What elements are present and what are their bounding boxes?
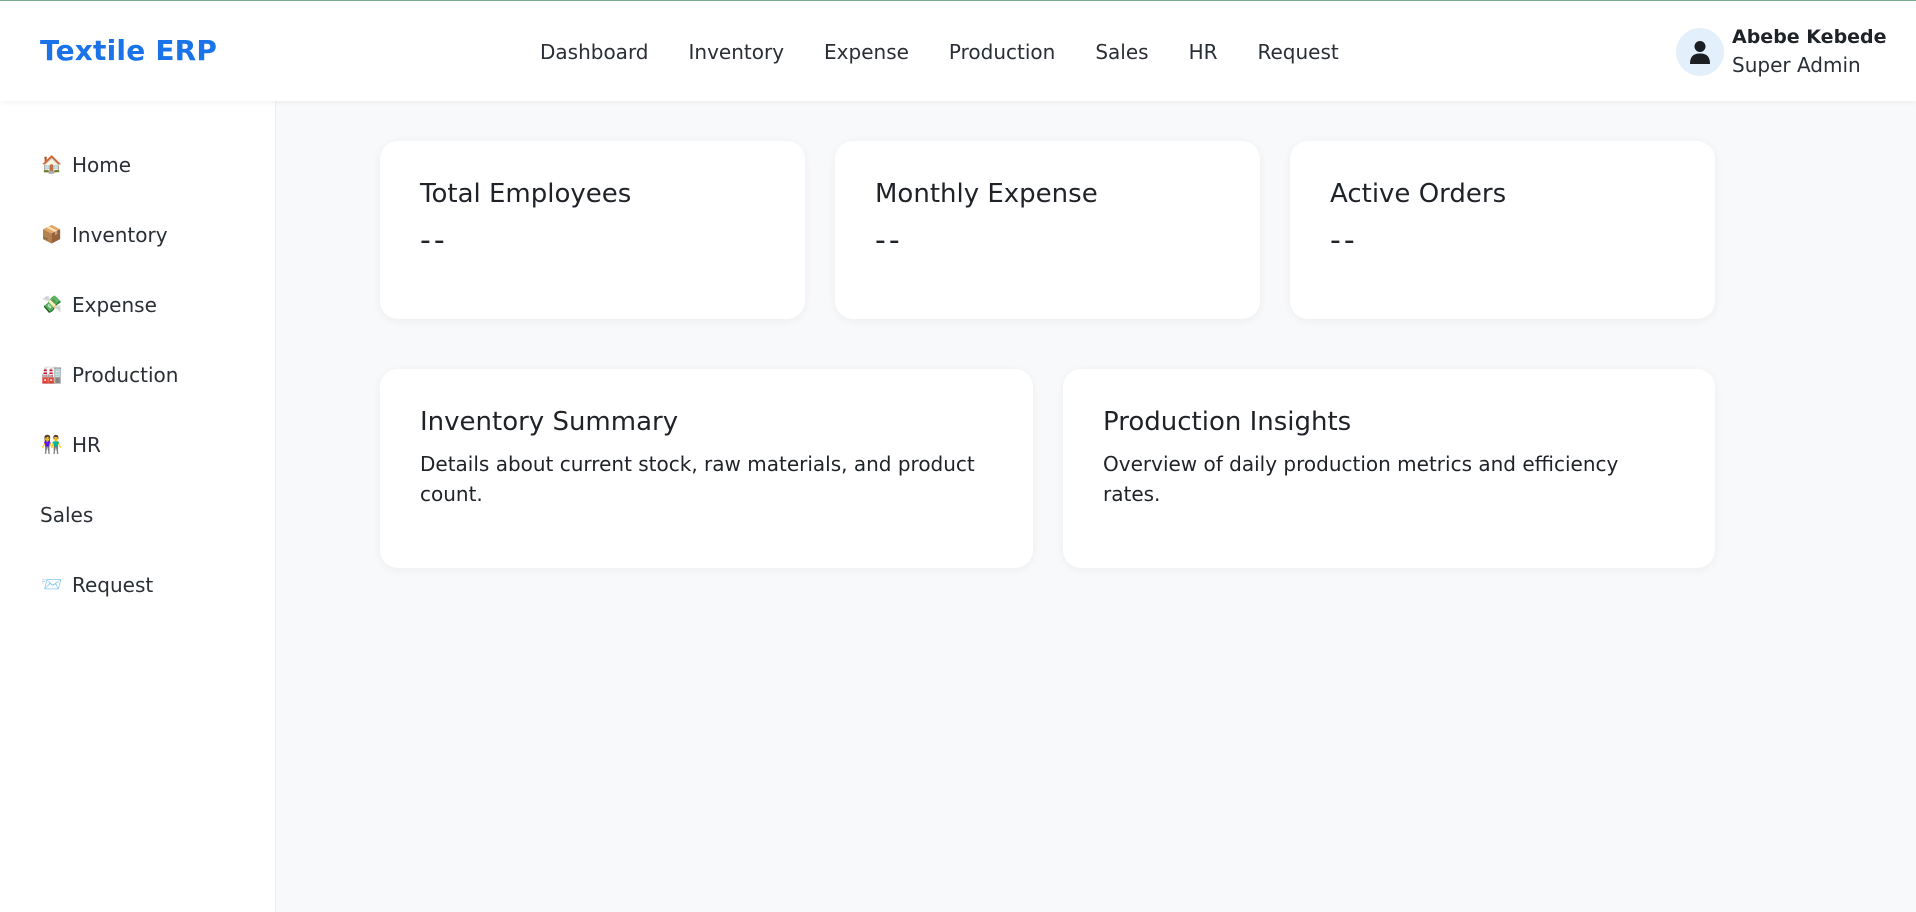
sidebar-item-label: Inventory (72, 223, 168, 247)
top-nav-production[interactable]: Production (949, 40, 1055, 64)
top-nav-sales[interactable]: Sales (1095, 40, 1148, 64)
sidebar-item-label: HR (72, 433, 101, 457)
top-nav: Dashboard Inventory Expense Production S… (540, 40, 1379, 64)
top-nav-hr[interactable]: HR (1189, 40, 1218, 64)
top-nav-inventory[interactable]: Inventory (689, 40, 785, 64)
panel-description: Details about current stock, raw materia… (420, 452, 975, 506)
house-icon: 🏠 (41, 155, 63, 175)
sidebar-item-label: Expense (72, 293, 157, 317)
sidebar-item-label: Request (72, 573, 154, 597)
money-icon: 💸 (41, 295, 63, 315)
user-info: Abebe Kebede Super Admin (1732, 25, 1887, 81)
top-bar: Textile ERP Dashboard Inventory Expense … (0, 0, 1916, 101)
stat-card-monthly-expense: Monthly Expense -- (835, 141, 1260, 319)
sidebar-item-expense[interactable]: 💸 Expense (40, 293, 157, 317)
stat-title: Monthly Expense (875, 179, 1098, 209)
panel-inventory-summary: Inventory Summary Details about current … (380, 369, 1033, 568)
sidebar-item-hr[interactable]: 👫 HR (40, 433, 101, 457)
sidebar: 🏠 Home 📦 Inventory 💸 Expense 🏭 Productio… (0, 101, 276, 912)
package-icon: 📦 (41, 225, 63, 245)
top-nav-request[interactable]: Request (1258, 40, 1339, 64)
brand-logo[interactable]: Textile ERP (40, 34, 217, 67)
avatar[interactable] (1676, 28, 1724, 76)
sidebar-item-home[interactable]: 🏠 Home (40, 153, 131, 177)
stat-value: -- (1330, 223, 1358, 258)
people-icon: 👫 (41, 435, 63, 455)
panel-title: Production Insights (1103, 407, 1352, 437)
envelope-icon: 📨 (41, 575, 63, 595)
stat-value: -- (875, 223, 903, 258)
sidebar-item-label: Sales (40, 503, 94, 527)
sidebar-item-inventory[interactable]: 📦 Inventory (40, 223, 168, 247)
stat-value: -- (420, 223, 448, 258)
top-nav-dashboard[interactable]: Dashboard (540, 40, 649, 64)
top-nav-expense[interactable]: Expense (824, 40, 909, 64)
sidebar-item-sales[interactable]: Sales (40, 503, 93, 527)
sidebar-item-label: Production (72, 363, 179, 387)
panel-production-insights: Production Insights Overview of daily pr… (1063, 369, 1715, 568)
user-name: Abebe Kebede (1732, 26, 1887, 48)
stat-card-total-employees: Total Employees -- (380, 141, 805, 319)
sidebar-item-request[interactable]: 📨 Request (40, 573, 153, 597)
stat-card-active-orders: Active Orders -- (1290, 141, 1715, 319)
panel-title: Inventory Summary (420, 407, 679, 437)
factory-icon: 🏭 (41, 365, 63, 385)
panel-description: Overview of daily production metrics and… (1103, 452, 1619, 506)
stat-title: Active Orders (1330, 179, 1507, 209)
sidebar-item-label: Home (72, 153, 132, 177)
stat-title: Total Employees (420, 179, 632, 209)
user-profile[interactable]: Abebe Kebede Super Admin (1676, 25, 1887, 81)
user-icon (1690, 41, 1710, 64)
user-role: Super Admin (1732, 53, 1861, 77)
sidebar-item-production[interactable]: 🏭 Production (40, 363, 178, 387)
